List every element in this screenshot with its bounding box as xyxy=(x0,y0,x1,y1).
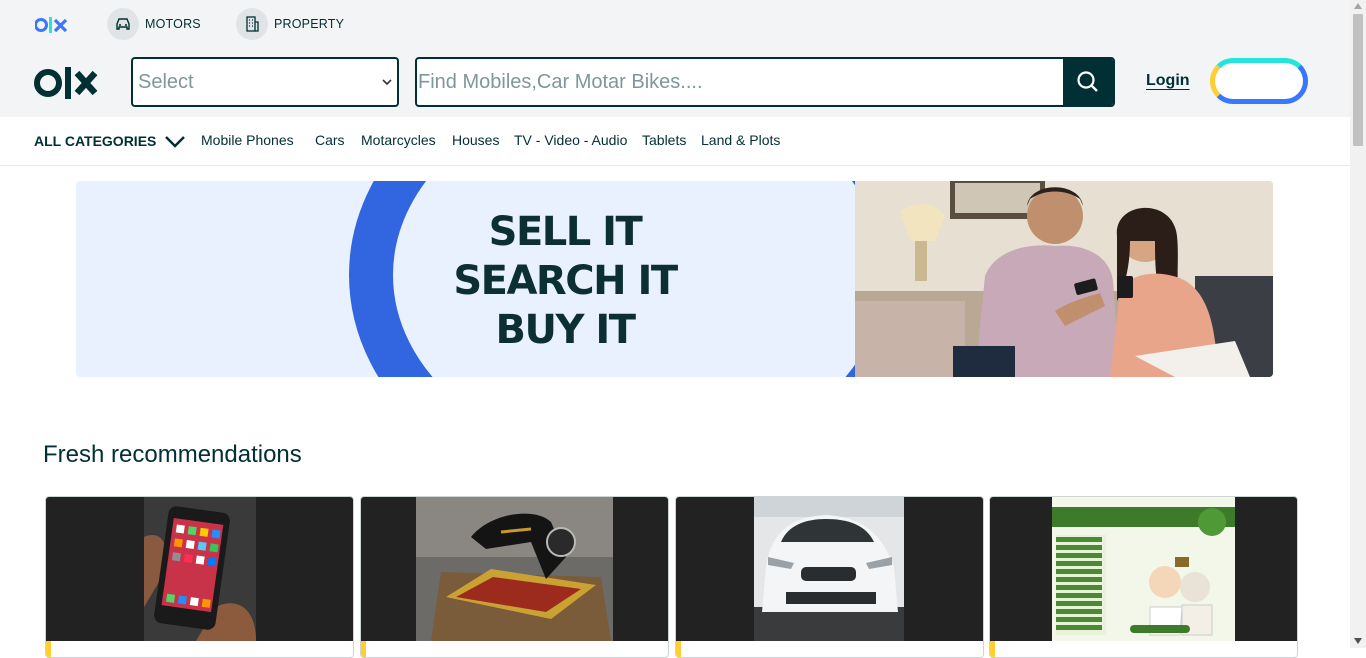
search-bar xyxy=(415,57,1115,107)
scrollbar-thumb[interactable] xyxy=(1353,14,1363,146)
banner-line-search: SEARCH IT xyxy=(453,258,678,304)
scroll-down-arrow-icon[interactable] xyxy=(1354,638,1362,644)
motors-link[interactable]: MOTORS xyxy=(107,8,201,40)
search-icon xyxy=(1077,71,1098,92)
banner-line-sell: SELL IT xyxy=(488,209,643,255)
category-motarcycles[interactable]: Motarcycles xyxy=(361,132,436,148)
category-tablets[interactable]: Tablets xyxy=(642,132,686,148)
featured-stripe xyxy=(990,641,995,657)
location-select[interactable]: Select xyxy=(131,57,399,107)
all-categories-label: ALL CATEGORIES xyxy=(34,133,157,149)
car-icon xyxy=(107,8,139,40)
listing-card[interactable] xyxy=(45,496,354,658)
chevron-down-icon xyxy=(382,79,392,86)
login-link[interactable]: Login xyxy=(1146,72,1190,90)
banner-text: SELL IT SEARCH IT BUY IT xyxy=(405,208,725,355)
property-link[interactable]: PROPERTY xyxy=(236,8,344,40)
property-label: PROPERTY xyxy=(274,17,345,31)
category-cars[interactable]: Cars xyxy=(315,132,345,148)
featured-stripe xyxy=(46,641,51,657)
scroll-up-arrow-icon[interactable] xyxy=(1354,3,1362,9)
olx-small-logo[interactable] xyxy=(35,15,69,35)
featured-stripe xyxy=(676,641,681,657)
fresh-recommendations-title: Fresh recommendations xyxy=(43,441,302,468)
listing-card[interactable] xyxy=(989,496,1298,658)
page-scrollbar[interactable] xyxy=(1350,0,1366,648)
search-input[interactable] xyxy=(417,59,1063,105)
location-select-value: Select xyxy=(138,70,194,93)
olx-logo[interactable] xyxy=(34,66,98,100)
listing-card[interactable] xyxy=(675,496,984,658)
listing-image xyxy=(46,497,353,641)
building-icon xyxy=(236,8,268,40)
category-houses[interactable]: Houses xyxy=(452,132,499,148)
category-land-plots[interactable]: Land & Plots xyxy=(701,132,780,148)
sell-button[interactable] xyxy=(1210,58,1308,104)
all-categories-toggle[interactable]: ALL CATEGORIES xyxy=(34,133,186,149)
listing-image xyxy=(990,497,1297,641)
listing-card[interactable] xyxy=(360,496,669,658)
featured-stripe xyxy=(361,641,366,657)
motors-label: MOTORS xyxy=(145,17,201,31)
category-tv-video-audio[interactable]: TV - Video - Audio xyxy=(514,132,627,148)
listing-image xyxy=(676,497,983,641)
category-mobile-phones[interactable]: Mobile Phones xyxy=(201,132,294,148)
top-header: MOTORS PROPERTY Select Login xyxy=(0,0,1350,117)
chevron-down-icon xyxy=(165,136,186,148)
banner-photo xyxy=(855,181,1273,377)
search-button[interactable] xyxy=(1063,59,1113,105)
listing-image xyxy=(361,497,668,641)
banner-line-buy: BUY IT xyxy=(495,307,636,353)
category-bar: ALL CATEGORIES Mobile Phones Cars Motarc… xyxy=(0,117,1350,166)
